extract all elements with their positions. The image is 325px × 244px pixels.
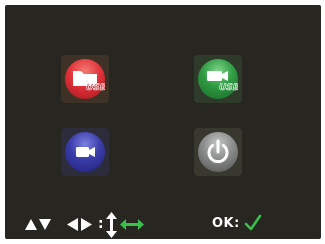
usb-camera-tile[interactable]: USB [194,55,242,103]
ok-label: OK: [212,216,240,231]
power-tile[interactable] [194,128,242,176]
usb-camera-button[interactable]: USB [198,59,238,99]
power-button[interactable] [198,132,238,172]
hint-colon: : [98,216,104,232]
usb-camera-icon: USB [207,71,238,93]
checkmark-icon [244,214,262,231]
up-arrow-icon [25,219,37,230]
power-icon [207,139,229,164]
vertical-double-arrow-icon [106,212,117,238]
usb-folder-icon: USB [73,71,105,93]
horizontal-double-arrow-icon [120,219,144,230]
navigation-arrows [25,212,144,238]
right-arrow-icon [81,218,92,231]
camera-icon [76,147,95,157]
camera-button[interactable] [65,132,105,172]
usb-label: USB [219,83,238,93]
menu-screen: USB USB: OK: [5,5,321,239]
down-arrow-icon [39,219,51,230]
usb-storage-tile[interactable]: USB [61,55,109,103]
usb-label: USB [86,83,105,93]
usb-storage-button[interactable]: USB [65,59,105,99]
camera-tile[interactable] [61,128,109,176]
navigation-hint: : [25,211,155,239]
left-arrow-icon [67,218,78,231]
